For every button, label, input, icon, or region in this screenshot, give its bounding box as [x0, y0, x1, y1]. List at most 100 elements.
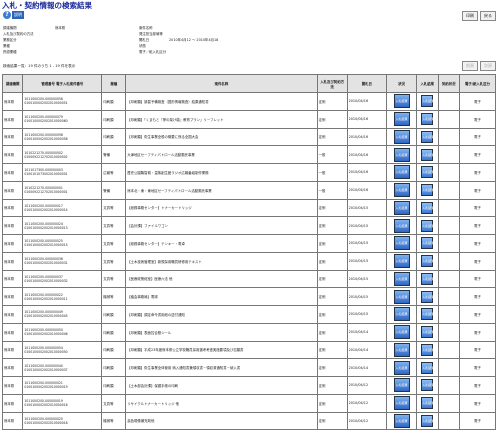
name-cell[interactable]: 【印刷類】「くまもと『夢の架け橋』教育プラン」リーフレット [125, 109, 318, 129]
result-button[interactable]: 入札結果 [421, 148, 434, 161]
column-header[interactable]: 案件名称 [125, 74, 318, 93]
column-header[interactable]: 調達機関 [1, 74, 24, 93]
case-name-link[interactable]: 【総務事務センター】テンキー・電卓 [127, 242, 185, 246]
result-button[interactable]: 入札結果 [421, 95, 434, 108]
status-button[interactable]: 入札結果 [393, 147, 410, 162]
case-name-link[interactable]: 【医療政策総室】医療六法 他 [127, 277, 172, 281]
case-name-link[interactable]: 【土木技術管理室】新規採用職員研修用テキスト [127, 260, 202, 264]
status-button[interactable]: 入札結果 [393, 112, 410, 127]
result-button[interactable]: 入札結果 [421, 237, 434, 250]
name-cell[interactable]: 【土木技術管理室】新規採用職員研修用テキスト [125, 251, 318, 271]
column-header[interactable]: 入札及び契約方法 [316, 74, 348, 93]
column-header[interactable]: 入札結果 [415, 74, 439, 93]
result-button[interactable]: 入札結果 [421, 219, 434, 232]
table-row[interactable]: 熊本県 1011000200-000000022 01001000020020100… [1, 287, 496, 306]
result-button[interactable]: 入札結果 [421, 184, 434, 197]
print-button[interactable]: 印刷 [462, 11, 478, 21]
table-row[interactable]: 熊本県 1011000200-000000019 01001000020020100… [1, 393, 496, 413]
table-row[interactable]: 熊本県 1011000200-000000040 01001000020020100… [1, 358, 496, 377]
result-button[interactable]: 入札結果 [421, 414, 434, 427]
status-button[interactable]: 入札結果 [393, 378, 410, 393]
case-name-link[interactable]: 【総務事務センター】トナーカートリッジ [127, 206, 191, 210]
result-button[interactable]: 入札結果 [421, 166, 434, 179]
result-button[interactable]: 入札結果 [421, 113, 434, 126]
name-cell[interactable]: 【印刷類】衛生事業全般の概要に係る全国大会 [125, 127, 318, 147]
status-button[interactable]: 入札結果 [393, 236, 410, 251]
result-button[interactable]: 入札結果 [421, 255, 434, 268]
case-name-link[interactable]: 熊本北・東・東地区セーフティパトロール活動委託事業 [127, 189, 211, 193]
name-cell[interactable]: 【総務事務センター】トナーカートリッジ [125, 198, 318, 218]
status-button[interactable]: 入札結果 [393, 325, 410, 340]
name-cell[interactable]: 【医療政策総室】医療六法 他 [125, 269, 318, 289]
table-row[interactable]: 熊本県 1011000200-000000037 01001000020020100… [1, 269, 496, 289]
case-name-link[interactable]: 【土木部会計課】保護手帳の印刷 [127, 384, 178, 388]
name-cell[interactable]: 大津地区セーフティパトロール活動委託事業 [125, 145, 318, 164]
table-row[interactable]: 熊本県 1011000200-000000049 01001000020020100… [1, 305, 496, 324]
table-row[interactable]: 熊本県 1011000200-000000017 01001000020020100… [1, 198, 496, 218]
case-name-link[interactable]: 【印刷類】表面控合照シール [127, 331, 171, 335]
table-row[interactable]: 熊本県 1011000200-000000079 01001000020020100… [1, 109, 496, 129]
name-cell[interactable]: 【印刷類】講習予備検査（図形情報検査）結果通知書 [125, 92, 318, 111]
status-button[interactable]: 入札結果 [393, 342, 410, 357]
status-button[interactable]: 入札結果 [393, 129, 410, 144]
column-header[interactable]: 管理番号 電子入札案件番号 [22, 74, 103, 93]
table-row[interactable]: 熊本県 1010221270-000000001 01000922127020100… [1, 180, 496, 200]
name-cell[interactable]: 【印刷類】調定命令書用紙の送付通知 [125, 305, 318, 324]
table-row[interactable]: 熊本県 1011000200-000000025 01001000020020100… [1, 234, 496, 253]
status-button[interactable]: 入札結果 [393, 307, 410, 322]
case-name-link[interactable]: 【議会事務局】電球 [127, 295, 158, 299]
column-header[interactable]: 契約状況 [437, 74, 461, 93]
case-name-link[interactable]: 高色現像補充剤他 [127, 419, 154, 423]
status-button[interactable]: 入札結果 [393, 271, 410, 286]
name-cell[interactable]: リサイクルトナーカートリッジ 他 [125, 393, 318, 413]
result-button[interactable]: 入札結果 [421, 201, 434, 214]
case-name-link[interactable]: 大津地区セーフティパトロール活動委託事業 [127, 153, 195, 157]
status-button[interactable]: 入札結果 [393, 94, 410, 109]
column-header[interactable]: 状況 [386, 74, 417, 93]
case-name-link[interactable]: 歴史公園鞠智城・温故創生館ラジオ広報番組制作業務 [127, 171, 208, 175]
table-row[interactable]: 熊本県 1011000200-000000098 01001000020020100… [1, 127, 496, 147]
status-button[interactable]: 入札結果 [393, 183, 410, 198]
help-link[interactable]: ? 説明 [3, 11, 24, 19]
name-cell[interactable]: 【印刷類】衛生事業全体使用 納入通知書兼領収書－領収済通知書－納入書 [125, 358, 318, 377]
case-name-link[interactable]: 【印刷類】「くまもと『夢の架け橋』教育プラン」リーフレット [127, 118, 223, 122]
table-row[interactable]: 熊本県 1011000200-000000024 01001000020020100… [1, 216, 496, 235]
result-button[interactable]: 入札結果 [421, 290, 434, 303]
name-cell[interactable]: 【印刷類】表面控合照シール [125, 322, 318, 342]
back-button[interactable]: 戻る [480, 11, 496, 21]
table-row[interactable]: 熊本県 1010221270-000000002 01000922127020100… [1, 145, 496, 164]
status-button[interactable]: 入札結果 [393, 254, 410, 269]
table-row[interactable]: 熊本県 1011000200-000000056 01001000020020100… [1, 92, 496, 111]
result-button[interactable]: 入札結果 [421, 130, 434, 143]
name-cell[interactable]: 歴史公園鞠智城・温故創生館ラジオ広報番組制作業務 [125, 163, 318, 182]
table-row[interactable]: 熊本県 1011000200-000000020 01001000020020100… [1, 411, 496, 431]
status-button[interactable]: 入札結果 [393, 200, 410, 215]
case-name-link[interactable]: 【印刷類】衛生事業全般の概要に係る全国大会 [127, 135, 198, 139]
result-button[interactable]: 入札結果 [421, 326, 434, 339]
result-button[interactable]: 入札結果 [421, 379, 434, 392]
column-header[interactable]: 電子/紙入札区分 [459, 74, 496, 93]
result-button[interactable]: 入札結果 [421, 272, 434, 285]
case-name-link[interactable]: 【印刷類】調定命令書用紙の送付通知 [127, 313, 185, 317]
name-cell[interactable]: 【総務事務センター】テンキー・電卓 [125, 234, 318, 253]
result-button[interactable]: 入札結果 [421, 361, 434, 374]
result-button[interactable]: 入札結果 [421, 308, 434, 321]
result-button[interactable]: 入札結果 [421, 343, 434, 356]
name-cell[interactable]: 【会計課】ファイルワゴン [125, 216, 318, 235]
case-name-link[interactable]: リサイクルトナーカートリッジ 他 [127, 402, 179, 406]
column-header[interactable]: 業種 [101, 74, 127, 93]
status-button[interactable]: 入札結果 [393, 396, 410, 411]
table-row[interactable]: 熊本県 1011017300-000000003 01001010730020100… [1, 163, 496, 182]
status-button[interactable]: 入札結果 [393, 413, 410, 428]
table-row[interactable]: 熊本県 1011000200-000000054 01001000020020100… [1, 340, 496, 360]
status-button[interactable]: 入札結果 [393, 218, 410, 233]
table-row[interactable]: 熊本県 1011000200-000000021 01001000020020100… [1, 376, 496, 395]
name-cell[interactable]: 【土木部会計課】保護手帳の印刷 [125, 376, 318, 395]
status-button[interactable]: 入札結果 [393, 289, 410, 304]
table-row[interactable]: 熊本県 1011000200-000000050 01001000020020100… [1, 322, 496, 342]
case-name-link[interactable]: 【印刷類】平成23年度熊本県公立学校職員採用選考考査実施要項及び志願書 [127, 348, 243, 352]
status-button[interactable]: 入札結果 [393, 360, 410, 375]
case-name-link[interactable]: 【会計課】ファイルワゴン [127, 224, 168, 228]
name-cell[interactable]: 高色現像補充剤他 [125, 411, 318, 431]
table-row[interactable]: 熊本県 1011000200-000000036 01001000020020100… [1, 251, 496, 271]
